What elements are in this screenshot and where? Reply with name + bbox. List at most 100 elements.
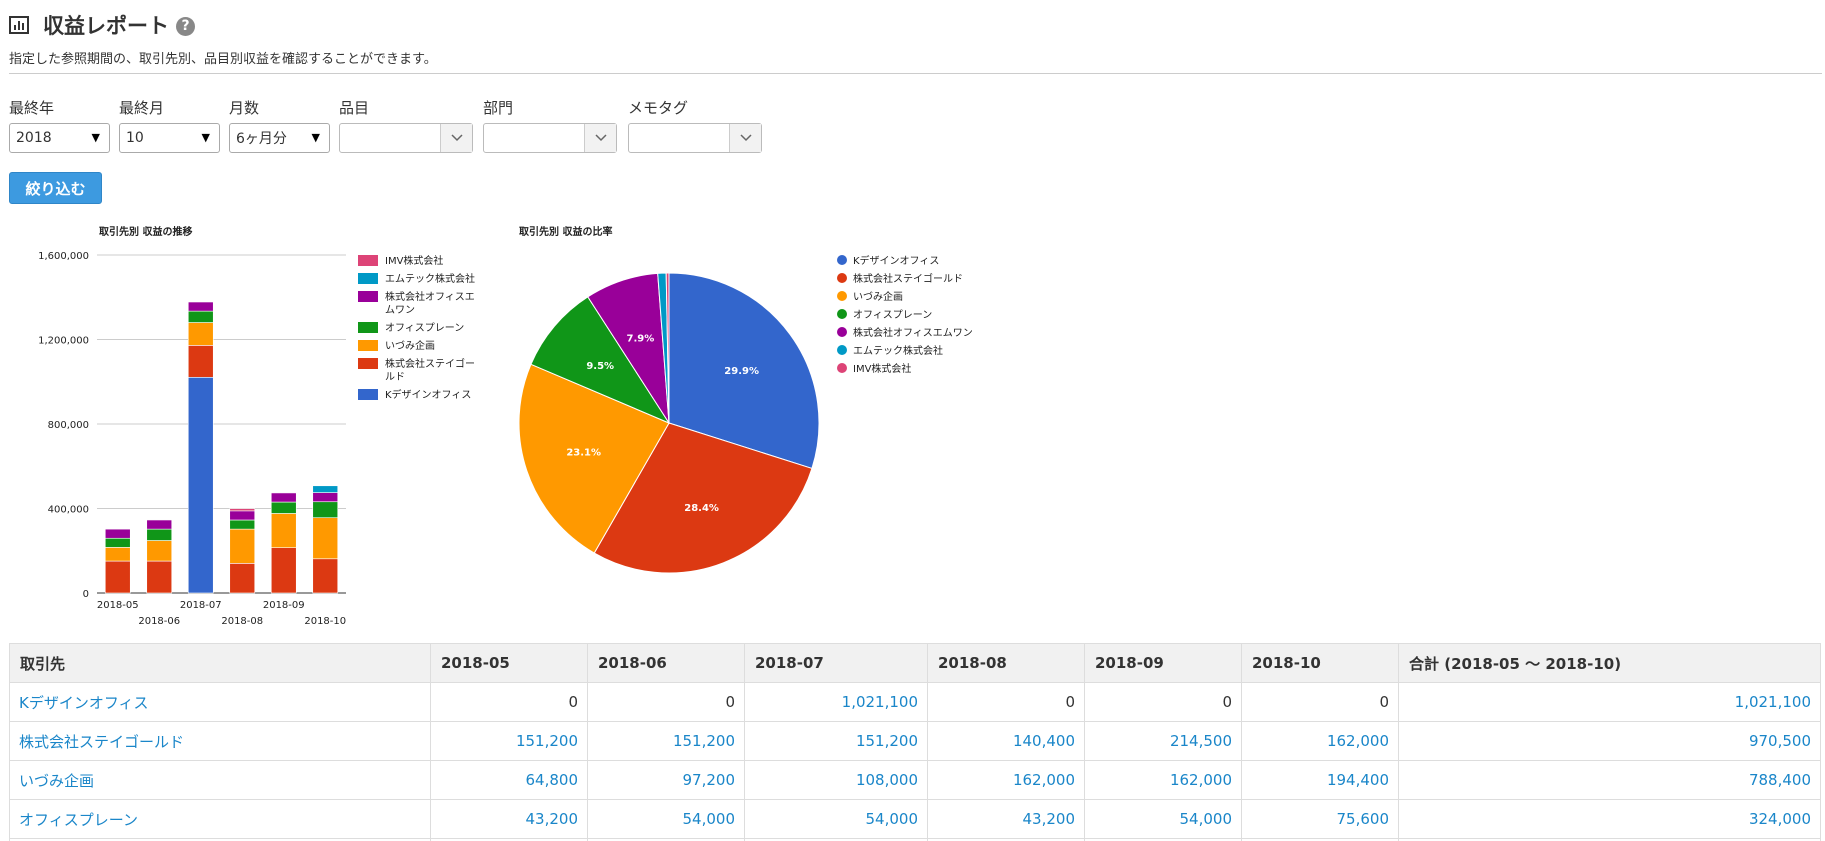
bar-segment[interactable]	[187, 322, 214, 346]
client-name-link[interactable]: Kデザインオフィス	[9, 682, 431, 722]
legend-swatch	[358, 340, 378, 351]
bar-segment[interactable]	[146, 540, 173, 562]
table-cell[interactable]: 54,000	[744, 799, 928, 839]
legend-swatch	[837, 327, 847, 337]
bar-chart-grid	[97, 254, 346, 594]
client-name-link[interactable]: いづみ企画	[9, 760, 431, 800]
legend-label: ルド	[385, 372, 405, 383]
table-cell[interactable]: 43,200	[927, 799, 1085, 839]
bar-chart-legend: IMV株式会社エムテック株式会社株式会社オフィスエムワンオフィスプレーンいづみ企…	[358, 254, 475, 401]
legend-swatch	[358, 389, 378, 400]
table-cell[interactable]: 214,500	[1084, 721, 1242, 761]
legend-swatch	[837, 255, 847, 265]
bar-segment[interactable]	[312, 558, 339, 594]
legend-swatch	[837, 291, 847, 301]
pie-slice-label: 23.1%	[566, 448, 601, 459]
table-cell[interactable]: 64,800	[430, 760, 588, 800]
table-cell[interactable]: 324,000	[1398, 799, 1821, 839]
bar-segment[interactable]	[104, 537, 131, 548]
legend-label: Kデザインオフィス	[853, 254, 939, 267]
table-row: いづみ企画 64,800 97,200 108,000 162,000 162,000 19…	[9, 760, 1821, 800]
bar-segment[interactable]	[270, 547, 297, 594]
x-tick-label: 2018-09	[263, 600, 305, 611]
bar-segment[interactable]	[146, 560, 173, 594]
bar-segment[interactable]	[229, 528, 256, 564]
table-cell[interactable]: 151,200	[430, 721, 588, 761]
client-name-link[interactable]: 株式会社ステイゴールド	[9, 721, 431, 761]
table-header-row: 取引先 2018-05 2018-06 2018-07 2018-08 2018…	[9, 643, 1821, 683]
table-cell: 0	[1241, 682, 1399, 722]
legend-swatch	[837, 345, 847, 355]
column-header: 2018-07	[744, 643, 928, 683]
bar-segment[interactable]	[229, 508, 256, 512]
bar-segment[interactable]	[312, 492, 339, 503]
bar-segment[interactable]	[229, 563, 256, 594]
table-row: 株式会社ステイゴールド 151,200 151,200 151,200 140,400 2…	[9, 721, 1821, 761]
table-cell[interactable]: 151,200	[744, 721, 928, 761]
bar-segment[interactable]	[270, 492, 297, 503]
table-cell[interactable]: 970,500	[1398, 721, 1821, 761]
legend-label: 株式会社ステイゴー	[385, 357, 475, 370]
bar-segment[interactable]	[229, 519, 256, 530]
column-header: 取引先	[9, 643, 431, 683]
bar-segment[interactable]	[312, 517, 339, 560]
legend-swatch	[358, 255, 378, 266]
charts-area: 取引先別 収益の推移 0 400,000 800,000 1,200,000 1,600…	[38, 225, 973, 627]
table-cell[interactable]: 1,021,100	[744, 682, 928, 722]
bar-segment[interactable]	[104, 547, 131, 562]
legend-label: Kデザインオフィス	[385, 388, 471, 401]
table-cell[interactable]: 162,000	[1241, 721, 1399, 761]
table-cell[interactable]: 162,000	[1084, 760, 1242, 800]
bar-segment[interactable]	[270, 513, 297, 548]
table-cell[interactable]: 1,021,100	[1398, 682, 1821, 722]
bar-segment[interactable]	[104, 560, 131, 594]
bar-segment[interactable]	[104, 528, 131, 539]
table-cell[interactable]: 97,200	[587, 760, 745, 800]
table-cell[interactable]: 194,400	[1241, 760, 1399, 800]
table-cell[interactable]: 140,400	[927, 721, 1085, 761]
bar-chart-title: 取引先別 収益の推移	[99, 225, 192, 238]
legend-label: エムテック株式会社	[853, 344, 943, 357]
bar-segment[interactable]	[187, 310, 214, 323]
legend-swatch	[358, 358, 378, 369]
bar-segment[interactable]	[187, 345, 214, 378]
legend-label: IMV株式会社	[853, 362, 911, 375]
legend-label: エムテック株式会社	[385, 272, 475, 285]
table-cell[interactable]: 43,200	[430, 799, 588, 839]
bar-segment[interactable]	[229, 510, 256, 521]
client-name-link[interactable]: オフィスプレーン	[9, 799, 431, 839]
table-cell[interactable]: 162,000	[927, 760, 1085, 800]
bar-segment[interactable]	[312, 485, 339, 493]
pie-slice-label: 29.9%	[724, 366, 759, 377]
column-header: 2018-08	[927, 643, 1085, 683]
legend-label: 株式会社オフィスエ	[385, 290, 475, 303]
table-cell[interactable]: 54,000	[587, 799, 745, 839]
legend-label: ムワン	[385, 304, 415, 316]
legend-label: オフィスプレーン	[853, 309, 932, 321]
column-header: 2018-06	[587, 643, 745, 683]
bar-segment[interactable]	[146, 528, 173, 541]
bar-segment[interactable]	[270, 501, 297, 514]
bar-chart-bars	[104, 301, 339, 594]
pie-chart-slices	[518, 272, 820, 574]
table-cell[interactable]: 54,000	[1084, 799, 1242, 839]
bar-segment[interactable]	[312, 501, 339, 519]
table-cell[interactable]: 75,600	[1241, 799, 1399, 839]
bar-segment[interactable]	[187, 301, 214, 312]
x-tick-label: 2018-06	[138, 616, 180, 627]
y-tick-label: 1,600,000	[38, 251, 89, 262]
legend-swatch	[358, 291, 378, 302]
x-tick-label: 2018-05	[97, 600, 139, 611]
table-cell[interactable]: 151,200	[587, 721, 745, 761]
bar-segment[interactable]	[187, 376, 214, 594]
legend-label: オフィスプレーン	[385, 322, 464, 334]
table-cell[interactable]: 788,400	[1398, 760, 1821, 800]
legend-label: いづみ企画	[385, 339, 435, 352]
legend-swatch	[358, 322, 378, 333]
legend-label: IMV株式会社	[385, 254, 443, 267]
table-row: オフィスプレーン 43,200 54,000 54,000 43,200 54,000 75…	[9, 799, 1821, 839]
table-cell: 0	[1084, 682, 1242, 722]
legend-label: いづみ企画	[853, 290, 903, 303]
table-cell[interactable]: 108,000	[744, 760, 928, 800]
bar-segment[interactable]	[146, 519, 173, 530]
